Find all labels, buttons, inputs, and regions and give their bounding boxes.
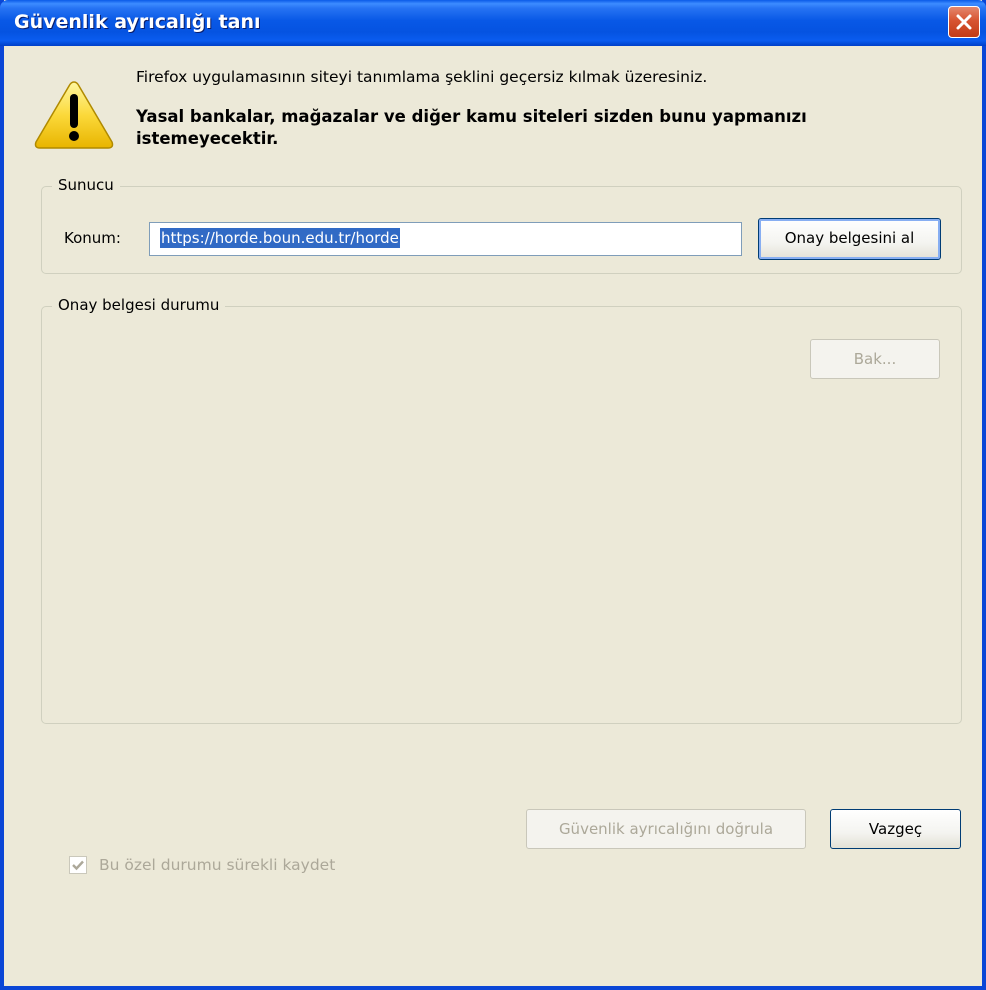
warning-text: Yasal bankalar, mağazalar ve diğer kamu … <box>136 107 807 148</box>
remember-exception-label: Bu özel durumu sürekli kaydet <box>99 856 336 874</box>
confirm-exception-button[interactable]: Güvenlik ayrıcalığını doğrula <box>526 809 806 849</box>
dialog-window: Güvenlik ayrıcalığı tanı Firefox uygulam… <box>0 0 986 990</box>
close-button[interactable] <box>948 6 980 38</box>
certificate-status-legend: Onay belgesi durumu <box>52 296 226 314</box>
location-input[interactable]: https://horde.boun.edu.tr/horde <box>149 222 742 256</box>
server-group-legend: Sunucu <box>52 176 120 194</box>
get-certificate-button[interactable]: Onay belgesini al <box>758 218 941 260</box>
warning-triangle-icon <box>34 81 114 149</box>
checkmark-icon <box>72 860 84 871</box>
remember-exception-checkbox[interactable] <box>69 856 87 874</box>
title-bar[interactable]: Güvenlik ayrıcalığı tanı <box>0 0 986 46</box>
cancel-button[interactable]: Vazgeç <box>830 809 961 849</box>
close-icon <box>956 14 972 30</box>
intro-text: Firefox uygulamasının siteyi tanımlama ş… <box>136 68 708 86</box>
view-certificate-button[interactable]: Bak... <box>810 339 940 379</box>
location-value: https://horde.boun.edu.tr/horde <box>160 228 400 248</box>
location-label: Konum: <box>64 229 121 247</box>
window-title: Güvenlik ayrıcalığı tanı <box>14 11 261 33</box>
